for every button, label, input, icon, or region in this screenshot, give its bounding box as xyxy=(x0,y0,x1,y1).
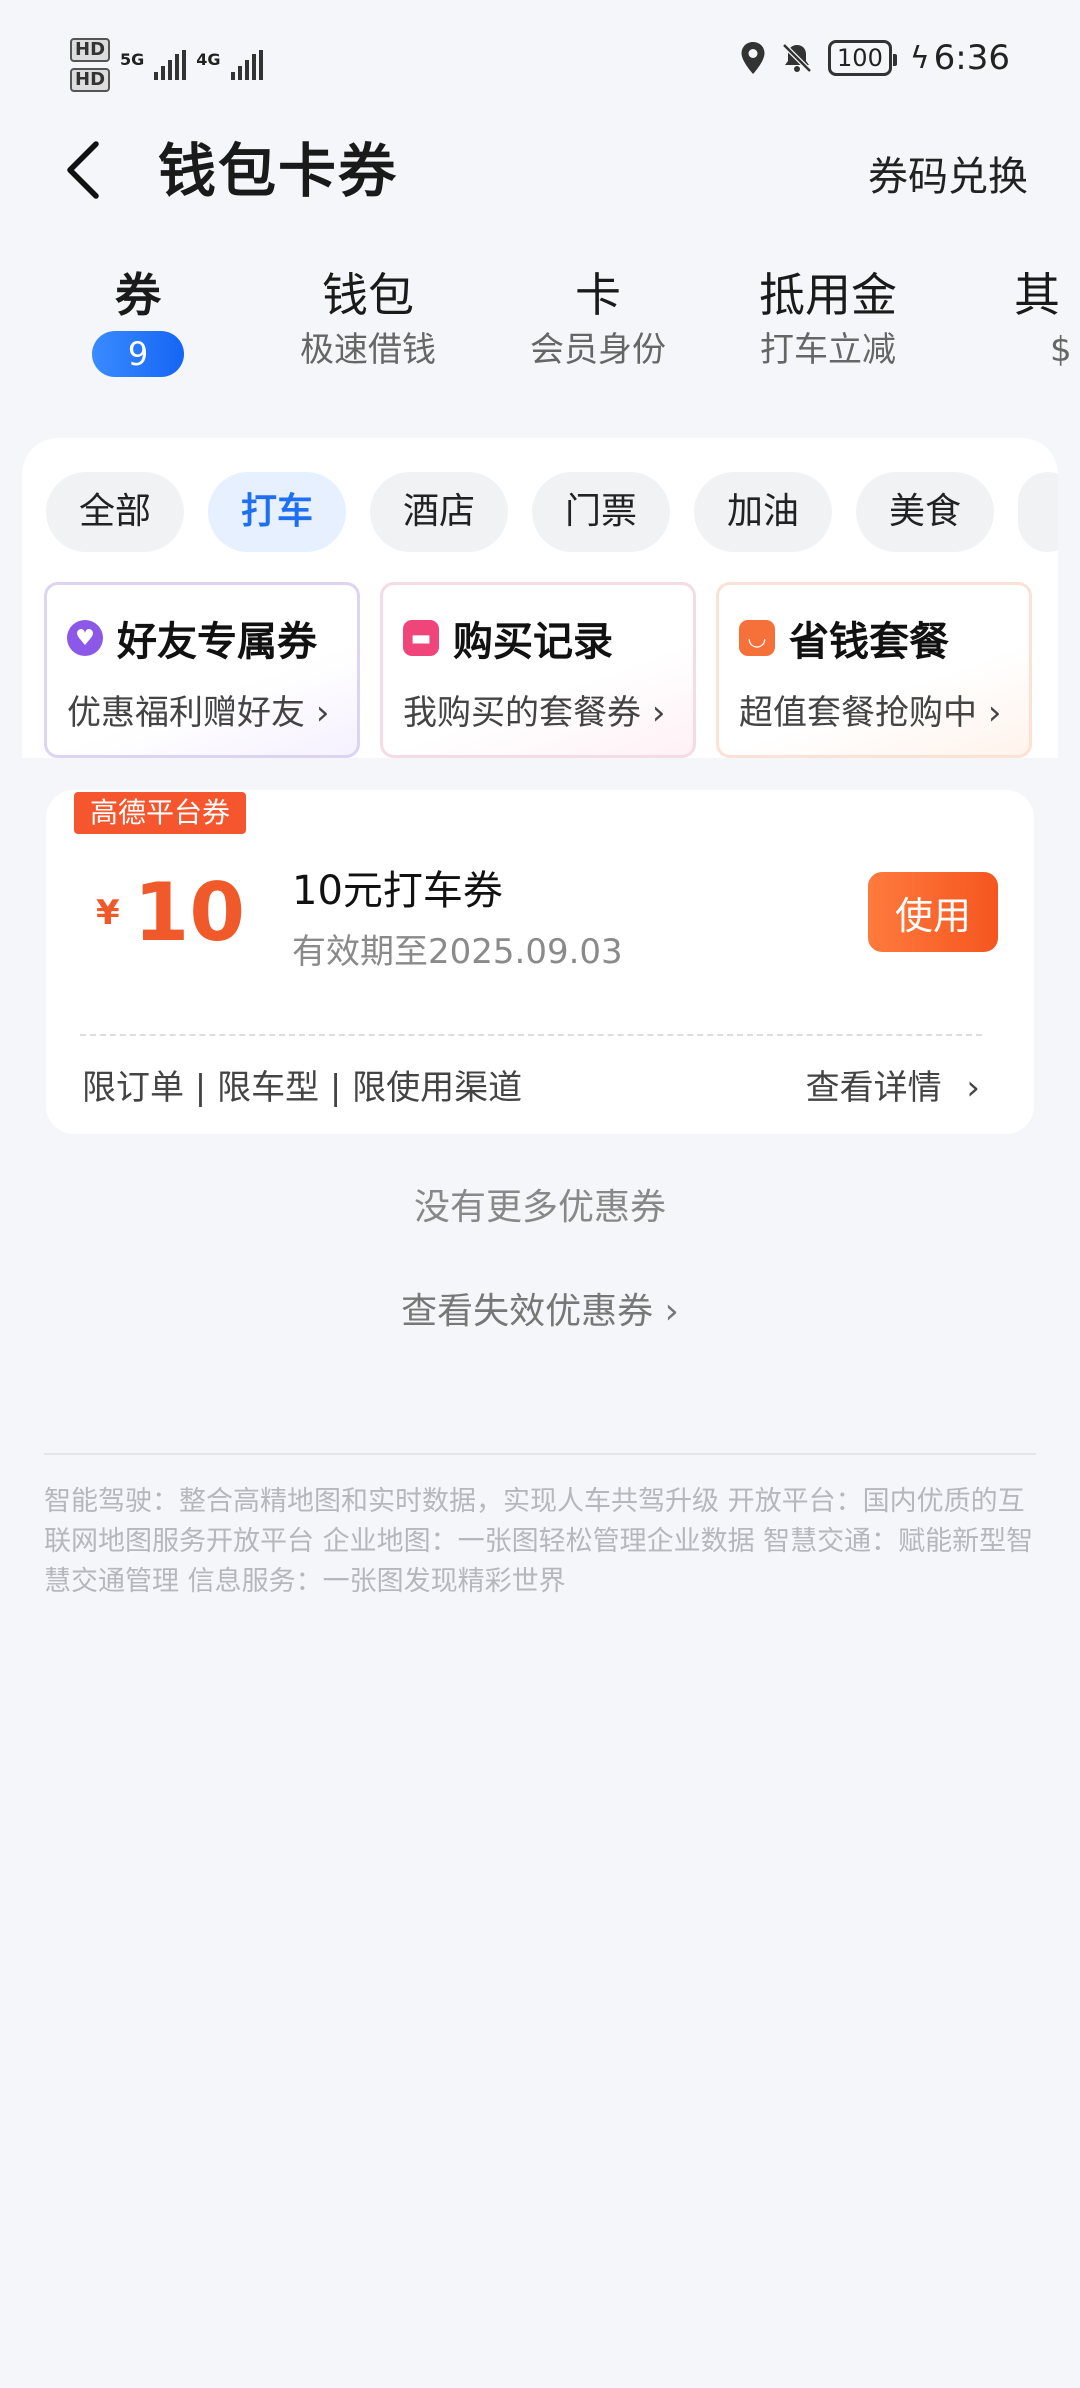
chevron-right-icon: › xyxy=(651,693,666,733)
chevron-right-icon: › xyxy=(987,693,1002,733)
clock: 6:36 xyxy=(933,38,1010,78)
entry-title: 省钱套餐 xyxy=(789,619,949,665)
view-details-link[interactable]: 查看详情 › xyxy=(806,1060,980,1109)
heart-icon: ♥ xyxy=(67,620,103,656)
tab-subtitle: 极速借钱 xyxy=(300,330,436,370)
footer-divider xyxy=(44,1453,1036,1455)
coupon-restrictions: 限订单 | 限车型 | 限使用渠道 xyxy=(82,1068,523,1108)
tab-subtitle: $ xyxy=(1050,330,1072,370)
signal-bars-icon xyxy=(230,50,263,80)
category-tabs: 券 9 钱包 极速借钱 卡 会员身份 抵用金 打车立减 其 $ xyxy=(0,265,1080,395)
network-5g-label: 5G xyxy=(120,49,145,69)
chevron-right-icon: › xyxy=(315,693,330,733)
back-arrow-icon xyxy=(67,141,99,199)
footer-info-text: 智能驾驶：整合高精地图和实时数据，实现人车共驾升级 开放平台：国内优质的互联网地… xyxy=(44,1486,1034,1597)
view-expired-coupons-link[interactable]: 查看失效优惠券 › xyxy=(0,1282,1080,1334)
amount-value: 10 xyxy=(133,866,245,959)
chip-food[interactable]: 美食 xyxy=(856,472,994,552)
page-title: 钱包卡券 xyxy=(158,137,399,205)
signal-bars-icon xyxy=(154,50,187,80)
tab-title: 券 xyxy=(115,268,161,322)
chip-fuel[interactable]: 加油 xyxy=(694,472,832,552)
tab-wallet[interactable]: 钱包 极速借钱 xyxy=(268,265,468,375)
dashed-divider xyxy=(80,1034,982,1036)
entry-title: 购买记录 xyxy=(453,619,613,665)
location-icon xyxy=(741,42,765,74)
no-more-coupons-text: 没有更多优惠券 xyxy=(413,1187,666,1228)
coupon-count-badge: 9 xyxy=(92,331,184,377)
status-bar: HD HD 5G 4G 100 ϟ 6:36 xyxy=(0,0,1080,120)
chip-taxi[interactable]: 打车 xyxy=(208,472,346,552)
tab-title: 抵用金 xyxy=(759,268,897,322)
battery-indicator: 100 xyxy=(828,40,897,76)
chevron-right-icon: › xyxy=(966,1068,980,1108)
signal-group: HD HD 5G 4G xyxy=(70,38,263,92)
friend-coupon-entry[interactable]: ♥ 好友专属券 优惠福利赠好友 › xyxy=(44,582,360,758)
coupon-amount: ¥10 xyxy=(96,866,245,959)
chip-hotel[interactable]: 酒店 xyxy=(370,472,508,552)
coupon-name: 10元打车券 xyxy=(292,868,503,914)
view-details-label: 查看详情 xyxy=(805,1068,942,1108)
currency-symbol: ¥ xyxy=(96,892,120,933)
tab-subtitle: 打车立减 xyxy=(760,330,896,370)
status-right: 100 ϟ 6:36 xyxy=(740,38,1010,78)
back-button[interactable] xyxy=(60,140,110,200)
platform-coupon-tag: 高德平台券 xyxy=(74,792,247,834)
charging-icon: ϟ xyxy=(909,40,930,76)
entry-desc: 我购买的套餐券 xyxy=(403,693,641,733)
expired-link-label: 查看失效优惠券 xyxy=(401,1291,654,1332)
network-4g-label: 4G xyxy=(196,49,221,69)
chevron-right-icon: › xyxy=(664,1291,679,1332)
saving-package-entry[interactable]: ◡ 省钱套餐 超值套餐抢购中 › xyxy=(716,582,1032,758)
tab-other[interactable]: 其 $ xyxy=(1000,265,1080,375)
chip-more[interactable] xyxy=(1018,472,1058,552)
entry-title: 好友专属券 xyxy=(117,619,317,665)
tab-title: 钱包 xyxy=(322,268,414,322)
tab-title: 其 xyxy=(1014,268,1060,322)
tab-credit[interactable]: 抵用金 打车立减 xyxy=(728,265,928,375)
tab-subtitle: 会员身份 xyxy=(530,330,666,370)
wallet-icon: ▬ xyxy=(403,620,439,656)
tab-cards[interactable]: 卡 会员身份 xyxy=(498,265,698,375)
filter-panel: 全部 打车 酒店 门票 加油 美食 ♥ 好友专属券 优惠福利赠好友 › ▬ 购买… xyxy=(22,438,1058,758)
mute-bell-icon xyxy=(782,43,812,73)
tab-coupons[interactable]: 券 9 xyxy=(38,265,238,377)
hd-indicator-1: HD xyxy=(70,38,111,62)
hd-indicator-2: HD xyxy=(70,68,111,92)
coupon-card[interactable]: 高德平台券 ¥10 10元打车券 有效期至2025.09.03 使用 限订单 |… xyxy=(46,790,1034,1134)
filter-chips: 全部 打车 酒店 门票 加油 美食 xyxy=(46,472,1058,552)
entry-desc: 超值套餐抢购中 xyxy=(739,693,977,733)
redeem-code-button[interactable]: 券码兑换 xyxy=(868,144,1028,202)
purchase-record-entry[interactable]: ▬ 购买记录 我购买的套餐券 › xyxy=(380,582,696,758)
use-coupon-button[interactable]: 使用 xyxy=(868,872,998,952)
chip-all[interactable]: 全部 xyxy=(46,472,184,552)
coupon-expiry: 有效期至2025.09.03 xyxy=(292,932,623,972)
shopping-bag-icon: ◡ xyxy=(739,620,775,656)
tab-title: 卡 xyxy=(575,268,621,322)
entry-desc: 优惠福利赠好友 xyxy=(67,693,305,733)
chip-tickets[interactable]: 门票 xyxy=(532,472,670,552)
